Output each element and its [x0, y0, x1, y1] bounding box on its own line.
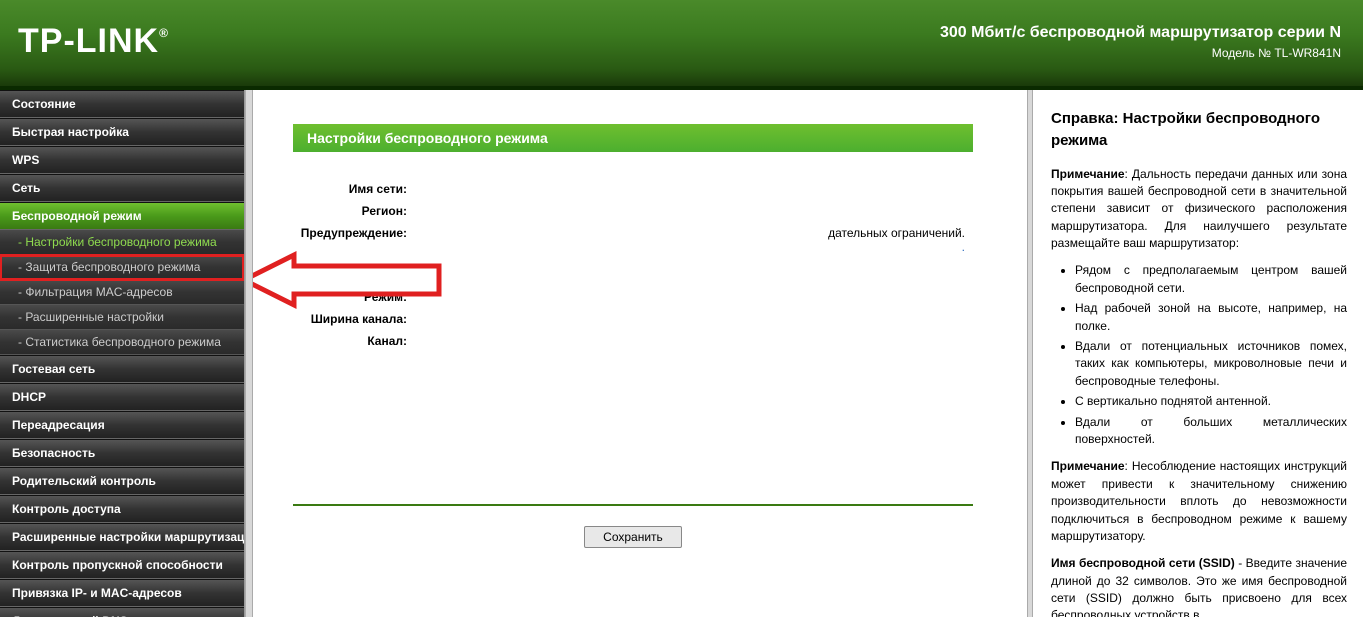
help-ssid-paragraph: Имя беспроводной сети (SSID) - Введите з…: [1051, 555, 1347, 617]
label-mode: Режим:: [293, 290, 413, 304]
nav-dhcp[interactable]: DHCP: [0, 383, 244, 411]
nav-security[interactable]: Безопасность: [0, 439, 244, 467]
help-bullet: Над рабочей зоной на высоте, например, н…: [1075, 300, 1347, 335]
nav-quick-setup[interactable]: Быстрая настройка: [0, 118, 244, 146]
label-channel: Канал:: [293, 334, 413, 348]
help-title: Справка: Настройки беспроводного режима: [1051, 108, 1347, 152]
section-title: Настройки беспроводного режима: [293, 124, 973, 152]
help-note-2: Примечание: Несоблюдение настоящих инстр…: [1051, 458, 1347, 545]
row-channel: Канал:: [293, 334, 973, 348]
help-bullet: Вдали от потенциальных источников помех,…: [1075, 338, 1347, 390]
ssid-bold: Имя беспроводной сети (SSID): [1051, 556, 1235, 570]
label-warning: Предупреждение:: [293, 226, 413, 240]
label-channel-width: Ширина канала:: [293, 312, 413, 326]
nav-mac-filtering[interactable]: - Фильтрация MAC-адресов: [0, 280, 244, 305]
label-ssid: Имя сети:: [293, 182, 413, 196]
help-bullet: Вдали от больших металлических поверхнос…: [1075, 414, 1347, 449]
help-note-1: Примечание: Дальность передачи данных ил…: [1051, 166, 1347, 253]
row-warning: Предупреждение: дательных ограничений. .: [293, 226, 973, 254]
nav-wireless-settings[interactable]: - Настройки беспроводного режима: [0, 230, 244, 255]
app-header: TP-LINK® 300 Мбит/с беспроводной маршрут…: [0, 0, 1363, 90]
nav-guest-network[interactable]: Гостевая сеть: [0, 355, 244, 383]
warning-text-partial: дательных ограничений.: [828, 226, 965, 240]
product-title: 300 Мбит/с беспроводной маршрутизатор се…: [940, 24, 1341, 42]
note-label-2: Примечание: [1051, 459, 1125, 473]
registered-icon: ®: [159, 26, 169, 40]
wireless-settings-form: Имя сети: Регион: Предупреждение: датель…: [293, 182, 973, 348]
help-bullet-list: Рядом с предполагаемым центром вашей бес…: [1051, 262, 1347, 448]
help-bullet: С вертикально поднятой антенной.: [1075, 393, 1347, 410]
help-bullet: Рядом с предполагаемым центром вашей бес…: [1075, 262, 1347, 297]
save-row: Сохранить: [293, 526, 973, 548]
brand-logo: TP-LINK®: [18, 22, 169, 61]
nav-advanced-routing[interactable]: Расширенные настройки маршрутизации: [0, 523, 244, 551]
nav-ip-mac-binding[interactable]: Привязка IP- и MAC-адресов: [0, 579, 244, 607]
model-number: Модель № TL-WR841N: [940, 46, 1341, 60]
header-right: 300 Мбит/с беспроводной маршрутизатор се…: [940, 24, 1341, 60]
main-content: Настройки беспроводного режима Имя сети:…: [253, 90, 1027, 617]
row-channel-width: Ширина канала:: [293, 312, 973, 326]
nav-wireless-security[interactable]: - Защита беспроводного режима: [0, 255, 244, 280]
row-ssid: Имя сети:: [293, 182, 973, 196]
row-region: Регион:: [293, 204, 973, 218]
nav-wireless-advanced[interactable]: - Расширенные настройки: [0, 305, 244, 330]
help-panel: Справка: Настройки беспроводного режима …: [1033, 90, 1363, 617]
form-separator: [293, 504, 973, 506]
sidebar-nav[interactable]: Состояние Быстрая настройка WPS Сеть Бес…: [0, 90, 245, 617]
note-label-1: Примечание: [1051, 167, 1125, 181]
splitter-left[interactable]: [245, 90, 253, 617]
nav-bandwidth-control[interactable]: Контроль пропускной способности: [0, 551, 244, 579]
nav-wireless-statistics[interactable]: - Статистика беспроводного режима: [0, 330, 244, 355]
nav-network[interactable]: Сеть: [0, 174, 244, 202]
nav-parental-control[interactable]: Родительский контроль: [0, 467, 244, 495]
warning-dot: .: [962, 240, 965, 254]
logo-text: TP-LINK: [18, 22, 159, 60]
nav-wireless[interactable]: Беспроводной режим: [0, 202, 244, 230]
nav-status[interactable]: Состояние: [0, 90, 244, 118]
row-mode: Режим:: [293, 290, 973, 304]
value-warning: дательных ограничений. .: [413, 226, 973, 254]
nav-access-control[interactable]: Контроль доступа: [0, 495, 244, 523]
save-button[interactable]: Сохранить: [584, 526, 682, 548]
label-region: Регион:: [293, 204, 413, 218]
nav-ddns[interactable]: Динамический DNS: [0, 607, 244, 617]
nav-wps[interactable]: WPS: [0, 146, 244, 174]
nav-forwarding[interactable]: Переадресация: [0, 411, 244, 439]
